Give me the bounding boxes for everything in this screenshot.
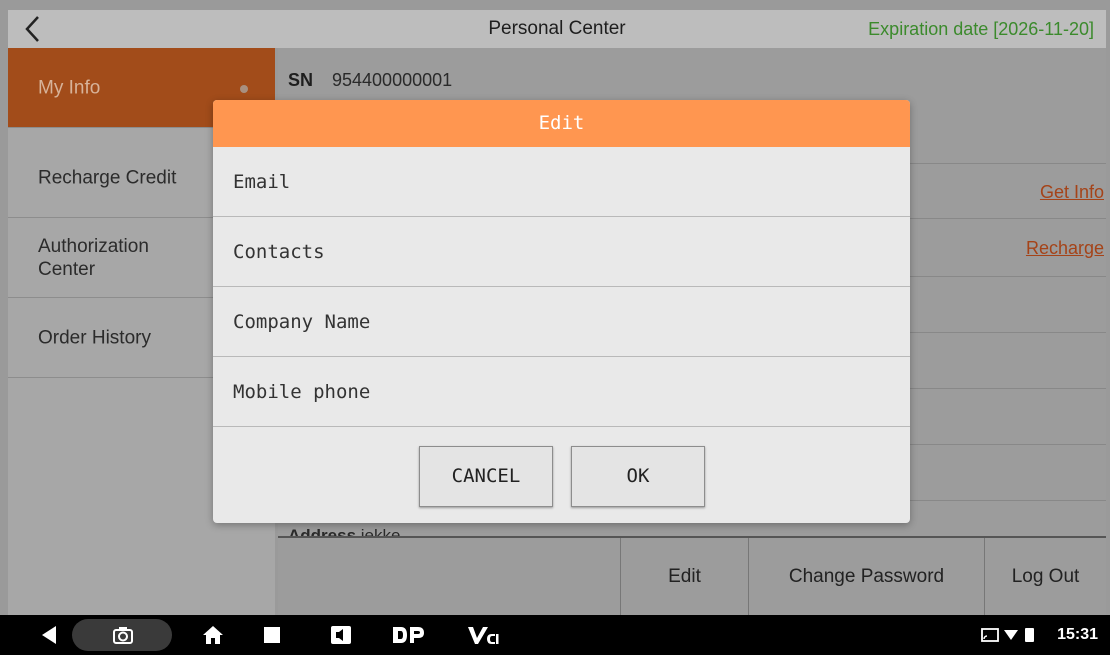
home-icon[interactable] <box>198 615 228 655</box>
ok-button[interactable]: OK <box>571 446 705 507</box>
get-info-link[interactable]: Get Info <box>1040 182 1104 203</box>
active-indicator-dot <box>240 85 248 93</box>
sidebar-item-label: Authorization Center <box>38 235 149 280</box>
contacts-field-row <box>213 217 910 287</box>
camera-icon <box>108 615 138 655</box>
sidebar-item-label: Order History <box>38 327 151 348</box>
action-bar: Edit Change Password Log Out <box>278 536 1106 615</box>
system-nav-bar: 15:31 <box>0 615 1110 655</box>
dp-app-icon[interactable] <box>388 615 428 655</box>
mobile-phone-field[interactable] <box>213 357 910 426</box>
vci-app-icon[interactable] <box>464 615 504 655</box>
edit-dialog: Edit CANCEL OK <box>213 100 910 523</box>
change-password-button[interactable]: Change Password <box>748 538 984 615</box>
cancel-button[interactable]: CANCEL <box>419 446 553 507</box>
status-icons <box>980 615 1040 655</box>
sn-label: SN <box>288 70 314 90</box>
sidebar-item-label: My Info <box>38 77 101 98</box>
sn-value: 954400000001 <box>332 70 453 90</box>
company-name-field[interactable] <box>213 287 910 356</box>
contacts-field[interactable] <box>213 217 910 286</box>
edit-button[interactable]: Edit <box>620 538 748 615</box>
clock: 15:31 <box>1057 626 1098 643</box>
company-name-field-row <box>213 287 910 357</box>
email-field-row <box>213 147 910 217</box>
expiration-date: Expiration date [2026-11-20] <box>868 19 1094 39</box>
speaker-app-icon[interactable] <box>326 615 356 655</box>
log-out-button[interactable]: Log Out <box>984 538 1106 615</box>
recharge-link[interactable]: Recharge <box>1026 238 1104 259</box>
nav-back-icon[interactable] <box>34 615 64 655</box>
dialog-title: Edit <box>213 100 910 147</box>
email-field[interactable] <box>213 147 910 216</box>
mobile-phone-field-row <box>213 357 910 427</box>
sidebar-item-label: Recharge Credit <box>38 167 177 188</box>
top-bar: Personal Center Expiration date [2026-11… <box>8 10 1106 48</box>
recent-apps-icon[interactable] <box>257 615 287 655</box>
